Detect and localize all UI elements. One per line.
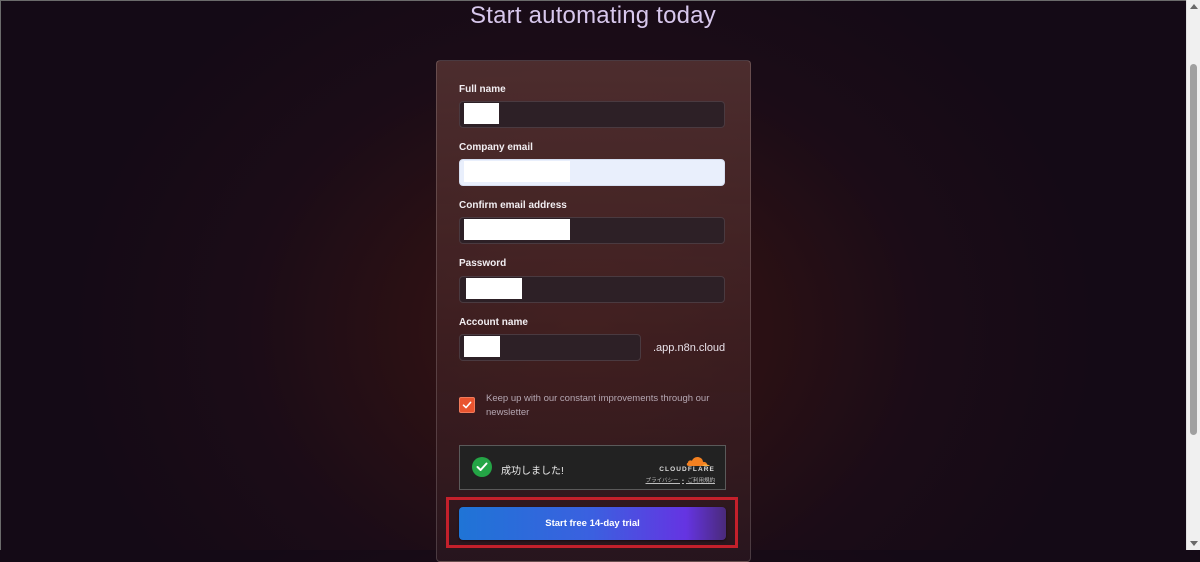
captcha-widget[interactable]: 成功しました! CLOUDFLARE プライバシー • ご利用規約 [459,445,726,490]
checkmark-icon [462,401,472,409]
full-name-label: Full name [459,84,506,95]
captcha-terms-link[interactable]: ご利用規約 [687,478,715,484]
redacted-value [464,103,499,124]
confirm-email-input[interactable] [459,217,725,244]
confirm-email-label: Confirm email address [459,200,567,211]
success-check-icon [472,457,492,477]
cloudflare-logo-text: CLOUDFLARE [659,466,715,473]
page-title: Start automating today [470,2,716,29]
password-label: Password [459,258,507,269]
password-input[interactable] [459,276,725,303]
vertical-scrollbar[interactable] [1186,0,1200,550]
captcha-links: プライバシー • ご利用規約 [646,476,715,484]
scrollbar-thumb[interactable] [1190,64,1197,435]
redacted-value [464,161,570,182]
redacted-value [466,278,522,299]
account-domain-suffix: .app.n8n.cloud [653,342,726,354]
account-name-input[interactable] [459,334,641,361]
scroll-down-arrow-icon[interactable] [1190,541,1198,546]
captcha-link-separator: • [682,478,684,484]
redacted-value [464,336,500,357]
newsletter-checkbox[interactable] [459,397,475,413]
highlight-box [446,497,738,548]
redacted-value [464,219,570,240]
account-name-label: Account name [459,317,528,328]
scroll-up-arrow-icon[interactable] [1190,4,1198,9]
window-frame-left [0,0,1,550]
newsletter-label: Keep up with our constant improvements t… [486,393,710,418]
captcha-status: 成功しました! [501,466,564,477]
full-name-input[interactable] [459,101,725,128]
captcha-privacy-link[interactable]: プライバシー [646,478,679,484]
company-email-input[interactable] [459,159,725,186]
window-frame-top [0,0,1200,1]
company-email-label: Company email [459,142,533,153]
